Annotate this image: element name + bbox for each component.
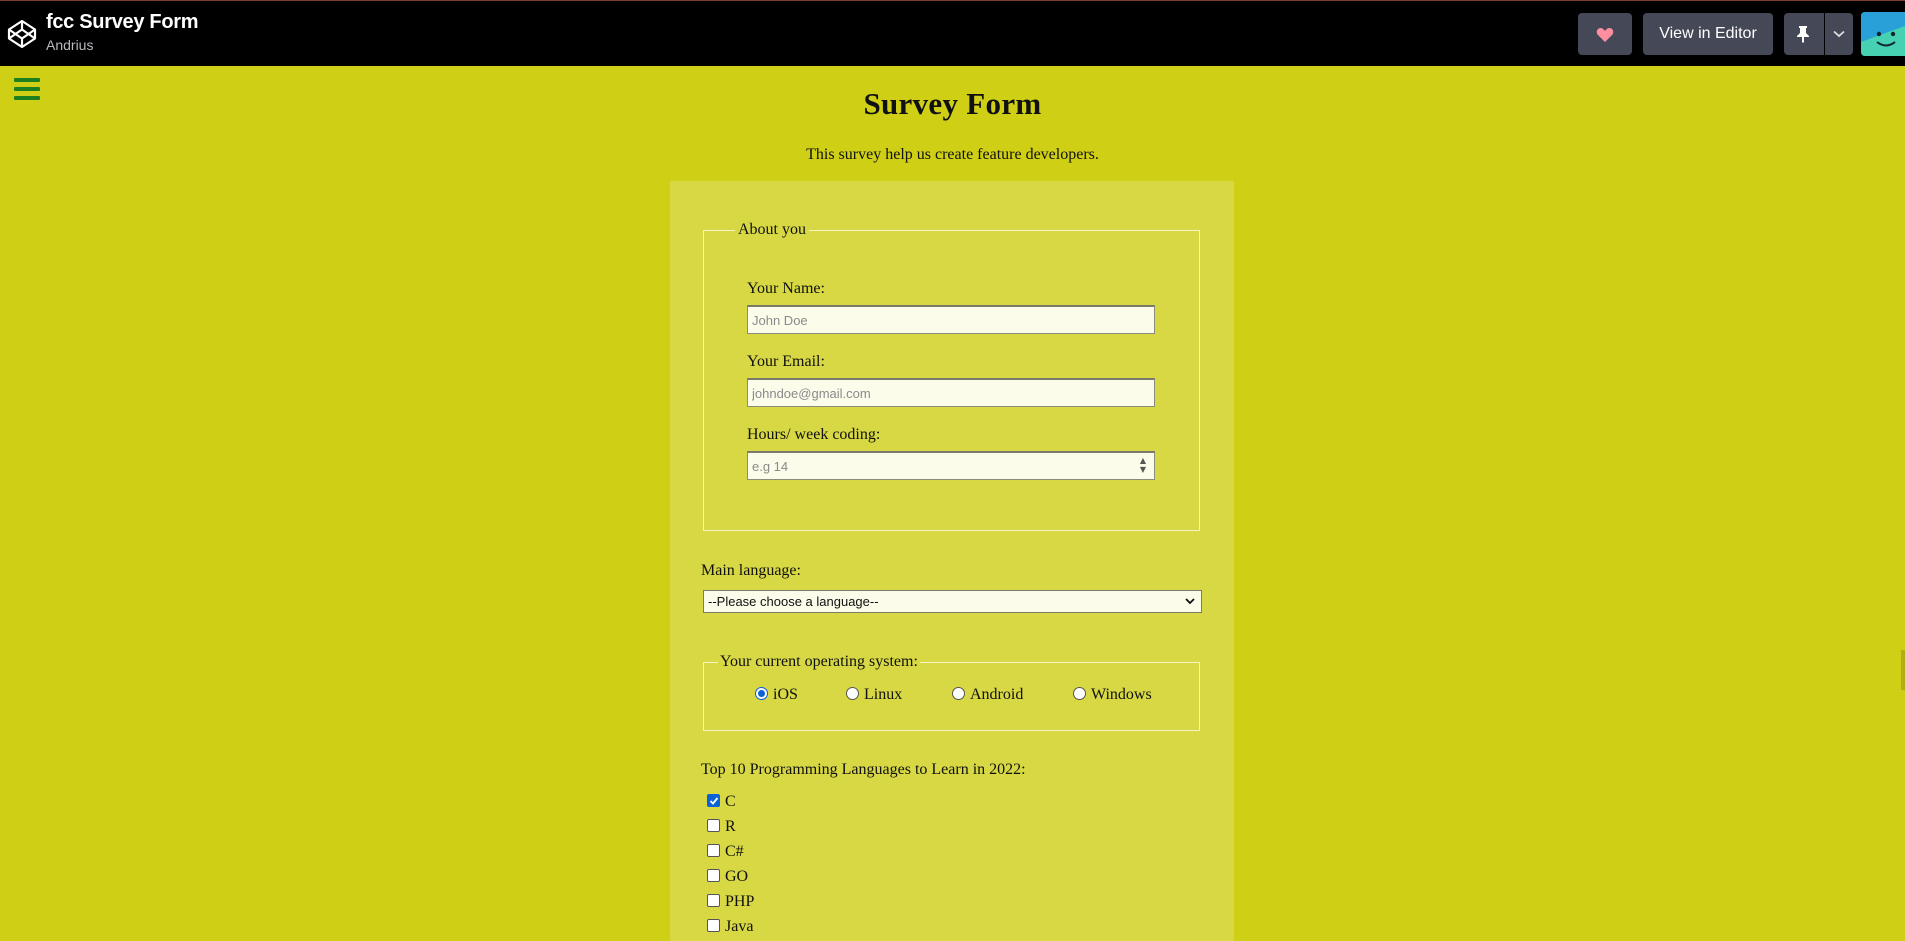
codepen-header: fcc Survey Form Andrius View in Editor	[0, 0, 1905, 66]
number-spinner[interactable]: ▲ ▼	[1136, 456, 1150, 476]
pen-title[interactable]: fcc Survey Form	[46, 11, 199, 34]
top10-label: Top 10 Programming Languages to Learn in…	[701, 761, 1026, 778]
os-radio-android[interactable]: Android	[952, 685, 1023, 705]
checkbox-label-php: PHP	[725, 893, 755, 910]
checkbox-csharp[interactable]: C#	[707, 842, 744, 862]
pin-menu-button[interactable]	[1825, 13, 1853, 55]
checkbox-label-java: Java	[725, 918, 754, 935]
name-input[interactable]	[747, 305, 1155, 334]
avatar[interactable]	[1861, 12, 1905, 56]
page-description: This survey help us create feature devel…	[806, 146, 1099, 163]
about-you-legend: About you	[738, 221, 806, 238]
pen-author[interactable]: Andrius	[46, 37, 93, 53]
email-label: Your Email:	[747, 353, 825, 370]
pin-icon	[1797, 26, 1809, 43]
scrollbar[interactable]	[1901, 650, 1905, 690]
radio-button[interactable]	[952, 687, 965, 700]
checkbox[interactable]	[707, 894, 720, 907]
os-radio-windows[interactable]: Windows	[1073, 685, 1152, 705]
heart-icon	[1596, 28, 1614, 42]
checkbox[interactable]	[707, 869, 720, 882]
main-language-label: Main language:	[701, 562, 801, 579]
name-label: Your Name:	[747, 280, 825, 297]
page-title: Survey Form	[863, 86, 1042, 121]
chevron-down-icon	[1185, 598, 1195, 605]
spinner-up-icon[interactable]: ▲	[1136, 456, 1150, 465]
checkbox-label-r: R	[725, 818, 736, 835]
os-legend: Your current operating system:	[720, 653, 918, 670]
os-label-ios: iOS	[773, 686, 798, 703]
hours-label: Hours/ week coding:	[747, 426, 881, 443]
radio-button[interactable]	[846, 687, 859, 700]
about-you-fieldset: About you	[703, 221, 1200, 531]
os-label-windows: Windows	[1091, 686, 1152, 703]
checkmark-icon	[709, 797, 719, 805]
checkbox-java[interactable]: Java	[707, 917, 753, 937]
os-label-linux: Linux	[864, 686, 903, 703]
main-language-select[interactable]: --Please choose a language--	[703, 590, 1202, 613]
os-radio-ios[interactable]: iOS	[755, 685, 798, 705]
chevron-down-icon	[1833, 30, 1845, 38]
checkbox-r[interactable]: R	[707, 817, 736, 837]
survey-form: About you Your Name: Your Email: Hours/ …	[670, 181, 1234, 941]
codepen-logo-icon[interactable]	[6, 18, 38, 50]
os-label-android: Android	[970, 686, 1024, 703]
checkbox[interactable]	[707, 919, 720, 932]
hours-input[interactable]	[747, 451, 1155, 480]
checkbox-go[interactable]: GO	[707, 867, 748, 887]
checkbox-label-go: GO	[725, 868, 749, 885]
checkbox[interactable]	[707, 844, 720, 857]
spinner-down-icon[interactable]: ▼	[1136, 465, 1150, 474]
checkbox-label-c: C	[725, 793, 736, 810]
checkbox-c[interactable]: C	[707, 792, 736, 812]
os-radio-linux[interactable]: Linux	[846, 685, 902, 705]
radio-button[interactable]	[755, 687, 768, 700]
email-input[interactable]	[747, 378, 1155, 407]
checkbox[interactable]	[707, 819, 720, 832]
checkbox-label-csharp: C#	[725, 843, 744, 860]
heart-button[interactable]	[1578, 13, 1632, 55]
radio-button[interactable]	[1073, 687, 1086, 700]
view-in-editor-button[interactable]: View in Editor	[1643, 13, 1773, 55]
checkbox-php[interactable]: PHP	[707, 892, 754, 912]
main-language-selected: --Please choose a language--	[708, 594, 879, 609]
pin-button[interactable]	[1784, 13, 1824, 55]
checkbox[interactable]	[707, 794, 720, 807]
